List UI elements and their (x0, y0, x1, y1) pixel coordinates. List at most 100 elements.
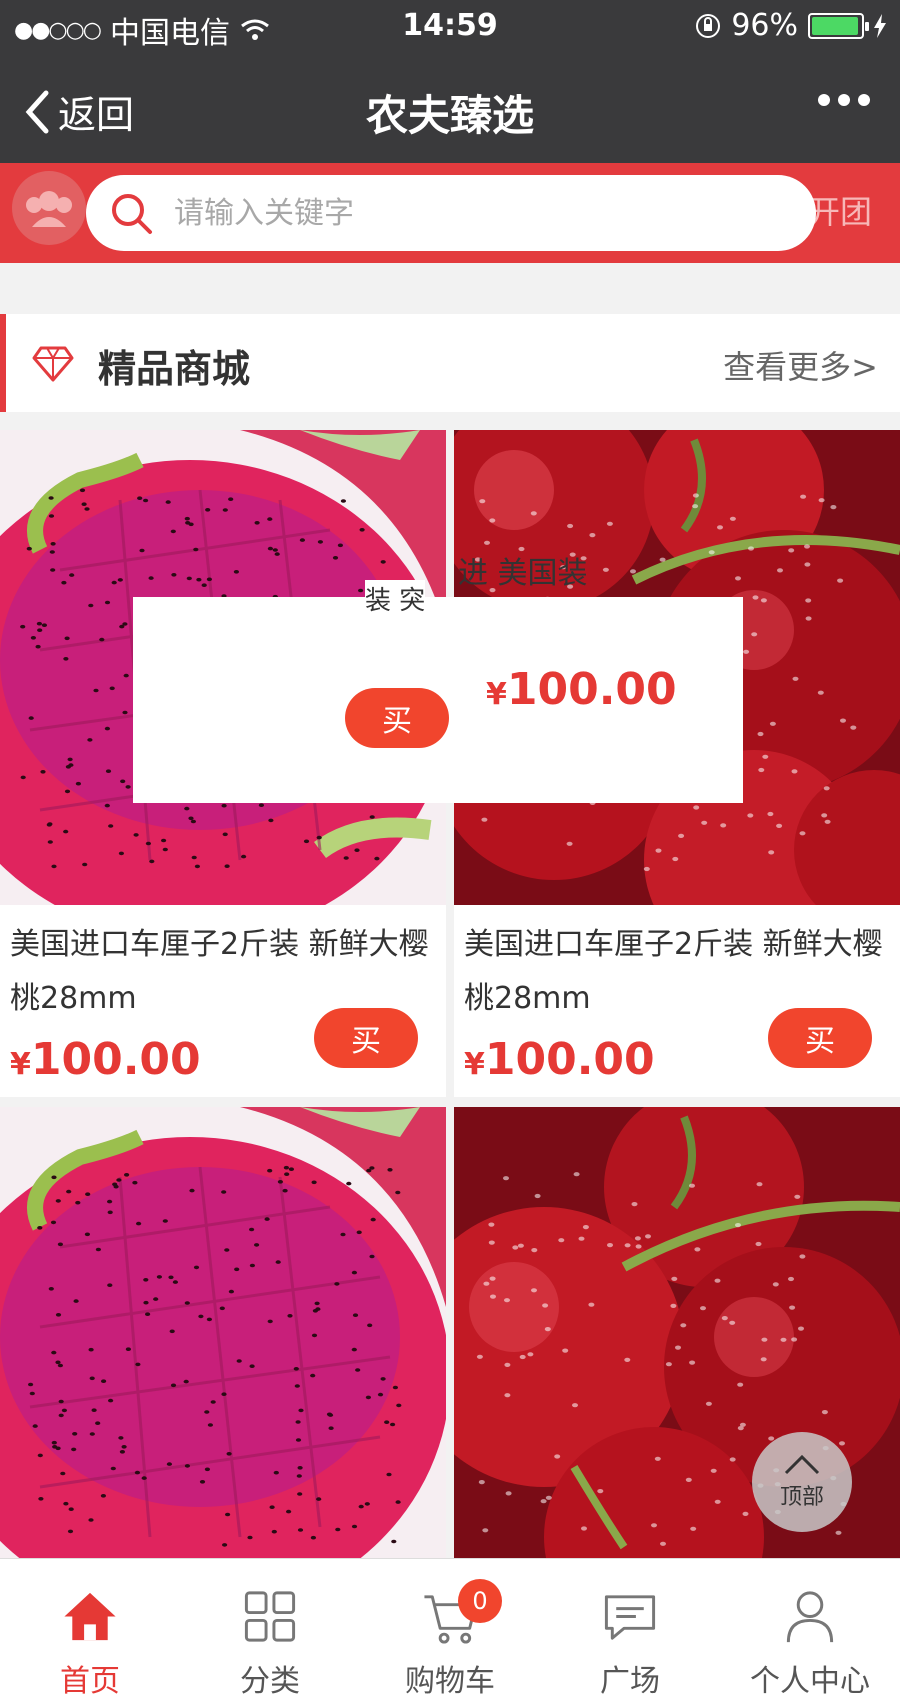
texture-dot (659, 557, 666, 562)
texture-dot (729, 1457, 736, 1462)
texture-dot (50, 568, 56, 572)
texture-dot (310, 1373, 316, 1378)
texture-dot (36, 621, 43, 626)
texture-dot (148, 576, 154, 580)
product-image-dragon-fruit[interactable] (0, 1107, 446, 1558)
texture-dot (755, 1241, 762, 1247)
texture-dot (37, 628, 43, 632)
search-input[interactable] (174, 195, 774, 231)
texture-dot (101, 1379, 107, 1383)
texture-dot (805, 616, 812, 621)
texture-dot (356, 1230, 362, 1235)
see-more-link[interactable]: 查看更多> (723, 342, 878, 388)
texture-dot (166, 1462, 172, 1466)
tab-square[interactable]: 广场 (540, 1559, 720, 1700)
texture-dot (145, 841, 151, 846)
texture-dot (184, 1301, 190, 1305)
texture-dot (61, 580, 67, 585)
texture-dot (55, 1313, 62, 1317)
texture-dot (572, 1403, 578, 1408)
overlay-text-fragment: 装 突 (365, 580, 426, 617)
texture-dot (351, 1524, 358, 1529)
texture-dot (221, 1392, 227, 1396)
texture-dot (729, 516, 736, 521)
texture-dot (57, 1363, 64, 1368)
orientation-lock-icon (696, 13, 721, 38)
texture-dot (386, 1472, 392, 1477)
texture-dot (100, 1494, 106, 1498)
texture-dot (206, 1317, 212, 1322)
texture-dot (655, 848, 662, 853)
texture-dot (221, 803, 227, 808)
group-icon[interactable] (12, 171, 86, 245)
texture-dot (635, 1244, 642, 1249)
texture-dot (359, 528, 365, 532)
texture-dot (685, 1477, 692, 1482)
texture-dot (761, 1337, 768, 1342)
texture-dot (482, 1528, 489, 1533)
texture-dot (89, 1432, 95, 1436)
top-bar: ●●○○○ 中国电信 14:59 96% 返回 农夫臻选 (0, 0, 900, 163)
more-menu-button[interactable] (818, 94, 870, 106)
texture-dot (316, 835, 322, 840)
texture-dot (66, 1189, 72, 1194)
texture-dot (60, 1471, 66, 1476)
texture-dot (752, 595, 759, 600)
tab-profile[interactable]: 个人中心 (720, 1559, 900, 1700)
search-bar[interactable] (86, 175, 816, 251)
texture-dot (377, 1392, 384, 1397)
texture-dot (643, 866, 650, 872)
texture-dot (672, 856, 679, 862)
texture-dot (234, 1267, 240, 1272)
buy-button[interactable]: 买 (314, 1008, 418, 1068)
product-card[interactable] (0, 1107, 446, 1558)
texture-dot (689, 1183, 695, 1188)
texture-dot (346, 1181, 352, 1186)
tab-cart[interactable]: 0 购物车 (360, 1559, 540, 1700)
product-price: ¥100.00 (10, 1034, 201, 1085)
texture-dot (692, 504, 699, 509)
texture-dot (823, 786, 830, 791)
texture-dot (35, 644, 41, 649)
texture-dot (162, 847, 168, 852)
texture-dot (798, 1326, 804, 1331)
texture-dot (769, 721, 776, 726)
texture-dot (191, 855, 197, 860)
texture-dot (606, 521, 613, 526)
price-value: 100.00 (506, 664, 677, 715)
texture-dot (61, 1408, 67, 1413)
texture-dot (55, 1360, 61, 1365)
texture-dot (589, 533, 596, 538)
texture-dot (226, 1452, 232, 1456)
texture-dot (777, 568, 783, 573)
texture-dot (689, 1360, 696, 1365)
texture-dot (737, 1382, 744, 1387)
texture-dot (554, 1454, 561, 1459)
texture-dot (143, 1278, 149, 1282)
user-icon (786, 1591, 834, 1643)
texture-dot (107, 1210, 113, 1215)
texture-dot (488, 1240, 495, 1245)
texture-dot (566, 841, 573, 846)
texture-dot (64, 789, 71, 794)
overlay-buy-button[interactable]: 买 (345, 688, 449, 748)
texture-dot (68, 1507, 74, 1511)
texture-dot (108, 824, 114, 828)
texture-dot (168, 1275, 174, 1280)
texture-dot (343, 856, 349, 860)
back-to-top-button[interactable]: 顶部 (752, 1432, 852, 1532)
texture-dot (184, 806, 190, 811)
texture-dot (315, 1307, 321, 1311)
texture-dot (64, 636, 70, 641)
buy-button[interactable]: 买 (768, 1008, 872, 1068)
texture-dot (123, 673, 129, 678)
texture-dot (137, 496, 143, 500)
tab-home[interactable]: 首页 (0, 1559, 180, 1700)
tab-category[interactable]: 分类 (180, 1559, 360, 1700)
texture-dot (835, 1530, 842, 1535)
texture-dot (519, 1354, 526, 1360)
texture-dot (735, 1223, 741, 1228)
texture-dot (49, 550, 55, 554)
open-group-label[interactable]: 开团 (808, 187, 872, 233)
texture-dot (692, 493, 699, 498)
